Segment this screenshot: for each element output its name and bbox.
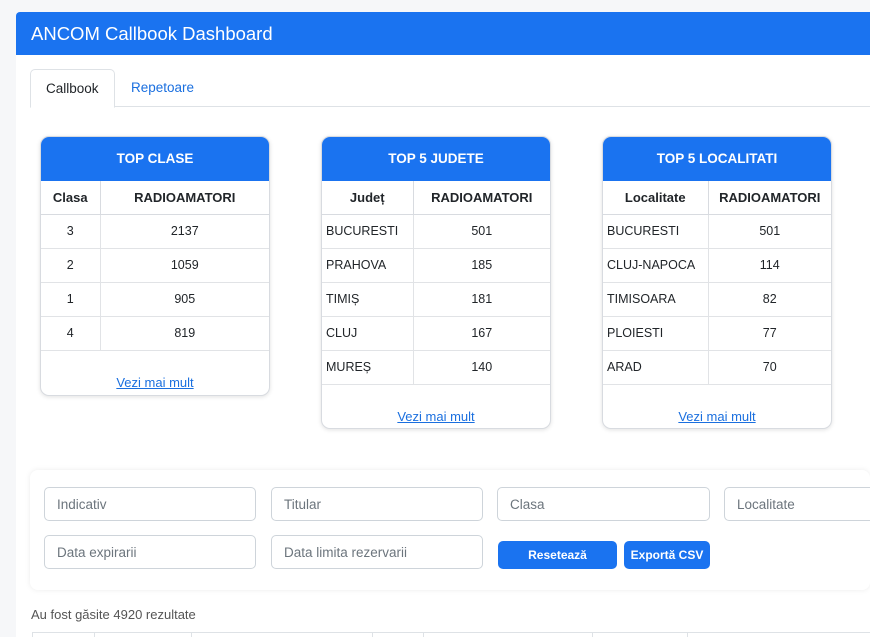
vezi-mai-mult-link[interactable]: Vezi mai mult [322, 409, 550, 424]
top-localitati-table: Localitate RADIOAMATORI BUCURESTI 501 CL… [603, 181, 831, 385]
cell-name: 4 [41, 316, 101, 351]
vezi-mai-mult-link[interactable]: Vezi mai mult [41, 375, 269, 390]
tab-callbook[interactable]: Callbook [30, 69, 115, 108]
clasa-input[interactable]: Clasa [497, 487, 710, 521]
cell-value: 501 [413, 214, 550, 249]
tab-bar: Callbook Repetoare [30, 69, 870, 108]
column-header: RADIOAMATORI [413, 181, 550, 215]
table-row: 2 1059 [41, 248, 269, 283]
table-row: TIMISOARA 82 [603, 282, 831, 317]
data-expirarii-input[interactable]: Data expirarii [44, 535, 256, 569]
table-row: CLUJ 167 [322, 316, 550, 351]
card-title: TOP CLASE [41, 137, 269, 181]
table-row: PLOIESTI 77 [603, 316, 831, 351]
cell-name: BUCURESTI [322, 214, 414, 249]
data-limita-input[interactable]: Data limita rezervarii [271, 535, 483, 569]
column-header: Localitate [603, 181, 709, 215]
export-csv-button[interactable]: Exportă CSV [624, 541, 710, 569]
results-table-header [32, 632, 870, 637]
cell-name: MUREȘ [322, 350, 414, 385]
column-header: Clasa [41, 181, 101, 215]
table-row: MUREȘ 140 [322, 350, 550, 385]
column-header: Județ [322, 181, 414, 215]
top-clase-card: TOP CLASE Clasa RADIOAMATORI 3 2137 2 10… [40, 136, 270, 396]
cell-name: CLUJ [322, 316, 414, 351]
reset-button[interactable]: Resetează [498, 541, 617, 569]
cell-value: 905 [100, 282, 269, 317]
cell-name: CLUJ-NAPOCA [603, 248, 709, 283]
table-row: CLUJ-NAPOCA 114 [603, 248, 831, 283]
column-header: RADIOAMATORI [708, 181, 831, 215]
indicativ-input[interactable]: Indicativ [44, 487, 256, 521]
table-row: 3 2137 [41, 214, 269, 249]
top-judete-table: Județ RADIOAMATORI BUCURESTI 501 PRAHOVA… [322, 181, 550, 385]
cell-name: PLOIESTI [603, 316, 709, 351]
filter-panel: Indicativ Titular Clasa Localitate Data … [30, 470, 870, 590]
top-localitati-card: TOP 5 LOCALITATI Localitate RADIOAMATORI… [602, 136, 832, 429]
table-row: 1 905 [41, 282, 269, 317]
cell-name: ARAD [603, 350, 709, 385]
cell-value: 501 [708, 214, 831, 249]
table-row: ARAD 70 [603, 350, 831, 385]
cell-value: 77 [708, 316, 831, 351]
cell-name: 3 [41, 214, 101, 249]
cell-value: 185 [413, 248, 550, 283]
table-row: BUCURESTI 501 [322, 214, 550, 249]
cell-value: 1059 [100, 248, 269, 283]
vezi-mai-mult-link[interactable]: Vezi mai mult [603, 409, 831, 424]
table-row: BUCURESTI 501 [603, 214, 831, 249]
cell-value: 114 [708, 248, 831, 283]
table-row: TIMIȘ 181 [322, 282, 550, 317]
table-row: PRAHOVA 185 [322, 248, 550, 283]
tab-repetoare[interactable]: Repetoare [116, 69, 209, 107]
column-header: RADIOAMATORI [100, 181, 269, 215]
top-judete-card: TOP 5 JUDETE Județ RADIOAMATORI BUCUREST… [321, 136, 551, 429]
app-header: ANCOM Callbook Dashboard [16, 12, 870, 55]
cell-value: 82 [708, 282, 831, 317]
localitate-input[interactable]: Localitate [724, 487, 870, 521]
main-content: Callbook Repetoare TOP CLASE Clasa RADIO… [16, 55, 870, 637]
cell-name: TIMIȘ [322, 282, 414, 317]
cell-value: 181 [413, 282, 550, 317]
cell-name: TIMISOARA [603, 282, 709, 317]
cell-value: 70 [708, 350, 831, 385]
app-title: ANCOM Callbook Dashboard [31, 23, 273, 44]
card-title: TOP 5 LOCALITATI [603, 137, 831, 181]
cell-name: 1 [41, 282, 101, 317]
cell-name: PRAHOVA [322, 248, 414, 283]
cell-name: 2 [41, 248, 101, 283]
cell-name: BUCURESTI [603, 214, 709, 249]
cell-value: 2137 [100, 214, 269, 249]
titular-input[interactable]: Titular [271, 487, 483, 521]
cell-value: 167 [413, 316, 550, 351]
cell-value: 819 [100, 316, 269, 351]
cell-value: 140 [413, 350, 550, 385]
results-count: Au fost găsite 4920 rezultate [31, 607, 196, 622]
table-row: 4 819 [41, 316, 269, 351]
top-clase-table: Clasa RADIOAMATORI 3 2137 2 1059 1 905 4… [41, 181, 269, 351]
card-title: TOP 5 JUDETE [322, 137, 550, 181]
